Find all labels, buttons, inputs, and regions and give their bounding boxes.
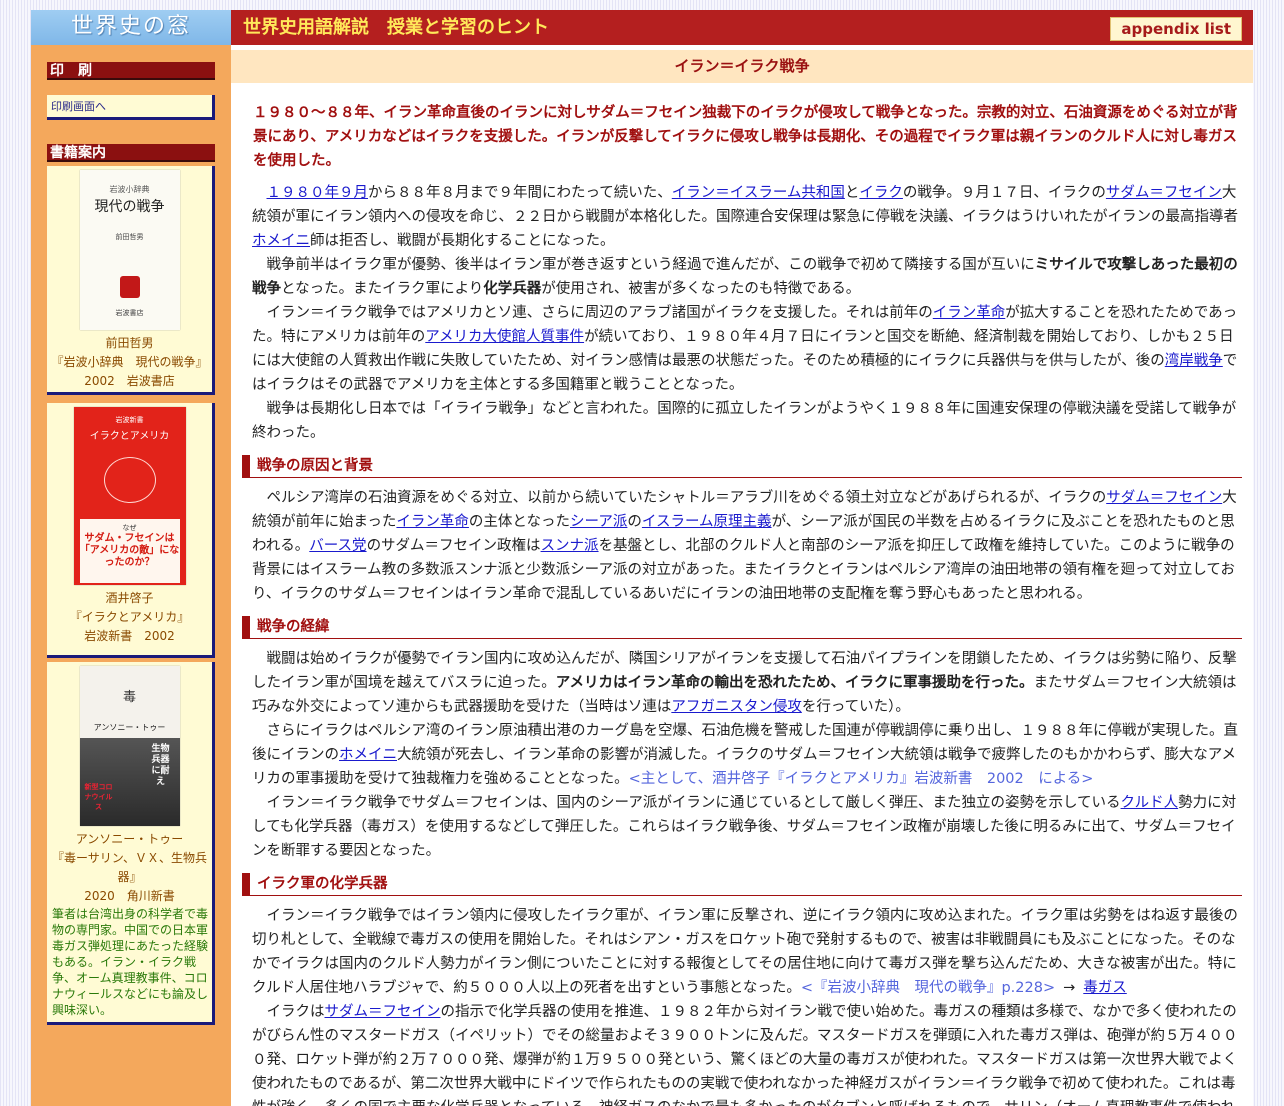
top-bar: 世界史用語解説 授業と学習のヒント appendix list	[231, 10, 1253, 45]
text: と	[844, 185, 860, 201]
cover-series: 岩波新書	[115, 416, 144, 424]
paragraph: イラクはサダム＝フセインの指示で化学兵器の使用を推進、１９８２年から対イラン戦で…	[242, 1000, 1242, 1106]
site-logo[interactable]: 世界史の窓	[31, 10, 231, 45]
text: イラン＝イラク戦争でサダム＝フセインは、国内のシーア派がイランに通じているとして…	[266, 795, 1121, 811]
paragraph: イラン＝イラク戦争でサダム＝フセインは、国内のシーア派がイランに通じているとして…	[242, 791, 1242, 863]
link-khomeini[interactable]: ホメイニ	[252, 233, 310, 249]
link-islamic-fundamentalism[interactable]: イスラーム原理主義	[642, 514, 772, 530]
cover-headline: 生物兵器に耐え	[151, 744, 170, 787]
print-link[interactable]: 印刷画面へ	[51, 100, 106, 113]
appendix-list-button[interactable]: appendix list	[1110, 17, 1242, 41]
link-saddam-hussein[interactable]: サダム＝フセイン	[1106, 185, 1222, 201]
book-card-2[interactable]: 岩波新書 イラクとアメリカ なぜ サダム・フセインは「アメリカの敵」になったのか…	[47, 403, 215, 658]
lead-summary: １９８０～８８年、イラン革命直後のイランに対しサダム＝フセイン独裁下のイラクが侵…	[253, 105, 1238, 169]
cover-author: アンソニー・トゥー	[93, 723, 166, 732]
book-title: 『イラクとアメリカ』	[69, 610, 190, 624]
link-saddam-hussein[interactable]: サダム＝フセイン	[1106, 490, 1222, 506]
paragraph: イラン＝イラク戦争ではイラン領内に侵攻したイラク軍が、イラン軍に反撃され、逆にイ…	[242, 904, 1242, 1000]
book-cover-1[interactable]: 岩波小辞典 現代の戦争 前田哲男 岩波書店	[79, 170, 180, 330]
link-gulf-war[interactable]: 湾岸戦争	[1165, 353, 1223, 369]
paragraph: ペルシア湾岸の石油資源をめぐる対立、以前から続いていたシャトル＝アラブ川をめぐる…	[242, 486, 1242, 606]
link-khomeini[interactable]: ホメイニ	[339, 747, 397, 763]
heading-cause: 戦争の原因と背景	[242, 455, 1242, 478]
arrow-icon: →	[1063, 980, 1076, 996]
source-reference: <主として、酒井啓子『イラクとアメリカ』岩波新書 2002 による>	[628, 771, 1094, 787]
paragraph: １９８０年９月から８８年８月まで９年間にわたって続いた、イラン＝イスラーム共和国…	[242, 181, 1242, 253]
book-author: 前田哲男	[105, 336, 154, 350]
book-author: アンソニー・トゥー	[75, 832, 184, 846]
section-title: 世界史用語解説 授業と学習のヒント	[243, 17, 549, 38]
page: 世界史の窓 世界史用語解説 授業と学習のヒント appendix list 印 …	[31, 10, 1253, 1106]
book-author: 酒井啓子	[105, 591, 154, 605]
heading-chemical-weapons: イラク軍の化学兵器	[242, 873, 1242, 896]
cover-title: イラクとアメリカ	[89, 431, 170, 442]
text: イラクは	[266, 1004, 325, 1020]
cover-title: 毒	[122, 690, 136, 705]
heading-course: 戦争の経緯	[242, 616, 1242, 639]
text: のサダム＝フセイン政権は	[366, 538, 541, 554]
text: ペルシア湾岸の石油資源をめぐる対立、以前から続いていたシャトル＝アラブ川をめぐる…	[266, 490, 1107, 506]
book-title: 『毒ーサリン、ＶＸ、生物兵器』	[51, 851, 208, 884]
book-card-1[interactable]: 岩波小辞典 現代の戦争 前田哲男 岩波書店 前田哲男 『岩波小辞典 現代の戦争』…	[47, 166, 215, 395]
source-reference: <『岩波小辞典 現代の戦争』p.228>	[800, 980, 1056, 996]
term-title: イラン＝イラク戦争	[231, 50, 1253, 83]
link-saddam-hussein[interactable]: サダム＝フセイン	[325, 1004, 441, 1020]
paragraph: さらにイラクはペルシア湾のイラン原油積出港のカーグ島を空爆、石油危機を警戒した国…	[242, 719, 1242, 791]
text: 戦争前半はイラク軍が優勢、後半はイラン軍が巻き返すという経過で進んだが、この戦争…	[266, 257, 1035, 273]
link-embassy-hostage-crisis[interactable]: アメリカ大使館人質事件	[425, 329, 584, 345]
link-sunni[interactable]: スンナ派	[541, 538, 599, 554]
text: となった。またイラク軍により	[281, 281, 484, 297]
text: が使用され、被害が多くなったのも特徴である。	[541, 281, 861, 297]
article: １９８０～８８年、イラン革命直後のイランに対しサダム＝フセイン独裁下のイラクが侵…	[242, 101, 1242, 1106]
print-heading: 印 刷	[47, 62, 215, 80]
paragraph: イラン＝イラク戦争ではアメリカとソ連、さらに周辺のアラブ諸国がイラクを支援した。…	[242, 301, 1242, 397]
link-iranian-revolution[interactable]: イラン革命	[396, 514, 469, 530]
main-content: イラン＝イラク戦争 １９８０～８８年、イラン革命直後のイランに対しサダム＝フセイ…	[231, 45, 1253, 1106]
book-cover-2[interactable]: 岩波新書 イラクとアメリカ なぜ サダム・フセインは「アメリカの敵」になったのか…	[73, 407, 186, 585]
link-afghanistan-invasion[interactable]: アフガニスタン侵攻	[671, 699, 802, 715]
books-heading: 書籍案内	[47, 144, 215, 162]
paragraph: 戦闘は始めイラクが優勢でイラン国内に攻め込んだが、隣国シリアがイランを支援して石…	[242, 647, 1242, 719]
cover-title: 現代の戦争	[94, 199, 165, 215]
book-title: 『岩波小辞典 現代の戦争』	[51, 355, 208, 369]
cover-band-headline: サダム・フセインは「アメリカの敵」になったのか？	[79, 533, 180, 568]
link-poison-gas[interactable]: 毒ガス	[1083, 980, 1127, 996]
paragraph: 戦争前半はイラク軍が優勢、後半はイラン軍が巻き返すという経過で進んだが、この戦争…	[242, 253, 1242, 301]
text: の主体となった	[468, 514, 570, 530]
book-publisher: 2002 岩波書店	[84, 374, 175, 388]
link-shia[interactable]: シーア派	[570, 514, 627, 530]
book-card-3[interactable]: 毒 アンソニー・トゥー 生物兵器に耐え 新型コロナウイルス アンソニー・トゥー …	[47, 662, 215, 1025]
link-iran-islamic-republic[interactable]: イラン＝イスラーム共和国	[672, 185, 845, 201]
cover-band-text: なぜ	[122, 524, 137, 532]
cover-band: なぜ サダム・フセインは「アメリカの敵」になったのか？	[79, 519, 180, 583]
cover-author: 前田哲男	[115, 233, 144, 241]
cover-red-text: 新型コロナウイルス	[84, 783, 113, 811]
print-box: 印刷画面へ	[47, 95, 215, 120]
book-publisher: 岩波新書 2002	[84, 629, 175, 643]
book-publisher: 2020 角川新書	[84, 889, 175, 903]
bold-text: 化学兵器	[483, 281, 542, 297]
book-description: 筆者は台湾出身の科学者で毒物の専門家。中国での日本軍毒ガス弾処理にあたった経験も…	[52, 907, 209, 1017]
link-1980-sept[interactable]: １９８０年９月	[267, 185, 369, 201]
link-iranian-revolution[interactable]: イラン革命	[933, 305, 1006, 321]
link-kurds[interactable]: クルド人	[1121, 795, 1179, 811]
publisher-logo-icon	[119, 276, 140, 298]
sidebar: 印 刷 印刷画面へ 書籍案内 岩波小辞典 現代の戦争 前田哲男 岩波書店 前田哲…	[31, 45, 231, 1106]
bold-text: アメリカはイラン革命の輸出を恐れたため、イラクに軍事援助を行った。	[555, 675, 1034, 691]
cover-publisher: 岩波書店	[115, 309, 144, 317]
paragraph: 戦争は長期化し日本では「イライラ戦争」などと言われた。国際的に孤立したイランがよ…	[252, 401, 1237, 441]
book-cover-3[interactable]: 毒 アンソニー・トゥー 生物兵器に耐え 新型コロナウイルス	[79, 666, 180, 826]
text: の戦争。９月１７日、イラクの	[902, 185, 1106, 201]
cover-illustration-icon	[103, 457, 156, 503]
cover-series: 岩波小辞典	[109, 185, 150, 194]
text: 師は拒否し、戦闘が長期化することになった。	[310, 233, 615, 249]
text: イラン＝イラク戦争ではアメリカとソ連、さらに周辺のアラブ諸国がイラクを支援した。…	[266, 305, 933, 321]
text: を行っていた）。	[801, 699, 910, 715]
text: から８８年８月まで９年間にわたって続いた、	[368, 185, 672, 201]
link-iraq[interactable]: イラク	[859, 185, 903, 201]
text: の	[627, 514, 642, 530]
link-baath-party[interactable]: バース党	[309, 538, 366, 554]
